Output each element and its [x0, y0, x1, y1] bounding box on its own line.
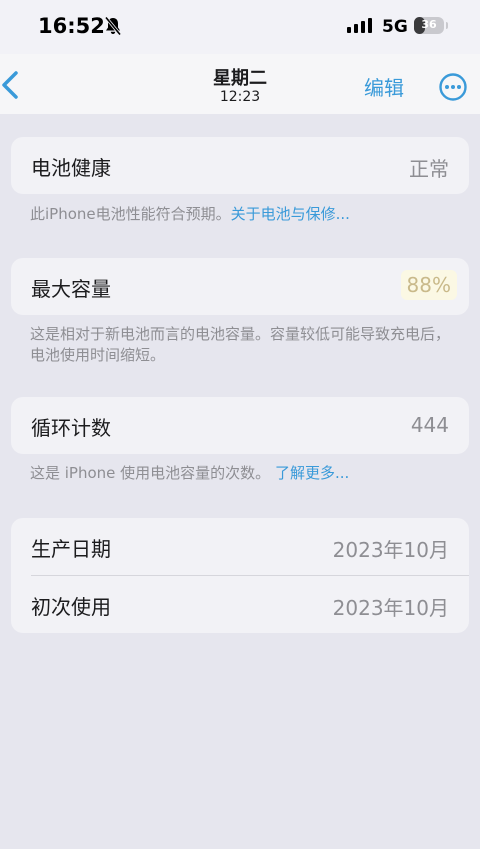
bell-slash-icon — [104, 16, 122, 40]
cycle-count-footnote-text: 这是 iPhone 使用电池容量的次数。 — [30, 464, 271, 482]
battery-health-footnote-text: 此iPhone电池性能符合预期。 — [30, 205, 231, 223]
nav-bar: 星期二 12:23 编辑 — [0, 54, 480, 114]
nav-title: 星期二 — [213, 68, 267, 89]
more-button[interactable] — [438, 72, 468, 102]
network-type: 5G — [382, 17, 408, 37]
status-bar: 16:52 5G 36 — [0, 0, 480, 54]
max-capacity-card: 最大容量 88% — [11, 258, 469, 315]
battery-health-footnote: 此iPhone电池性能符合预期。关于电池与保修... — [30, 204, 450, 225]
battery-icon: 36 — [414, 17, 448, 34]
cycle-count-footnote: 这是 iPhone 使用电池容量的次数。 了解更多... — [30, 463, 450, 484]
status-time: 16:52 — [38, 14, 105, 38]
edit-button[interactable]: 编辑 — [364, 72, 404, 101]
battery-health-row[interactable]: 电池健康 正常 — [11, 137, 469, 194]
cycle-count-row: 循环计数 444 — [11, 397, 469, 454]
learn-more-link[interactable]: 了解更多... — [275, 464, 349, 482]
first-use-row: 初次使用 2023年10月 — [11, 576, 469, 633]
battery-health-label: 电池健康 — [31, 156, 111, 180]
cycle-count-value: 444 — [410, 413, 449, 437]
battery-percent: 36 — [421, 18, 437, 31]
chevron-left-icon[interactable] — [0, 68, 22, 102]
dates-card: 生产日期 2023年10月 初次使用 2023年10月 — [11, 518, 469, 633]
nav-subtitle: 12:23 — [219, 89, 261, 105]
battery-health-card: 电池健康 正常 — [11, 137, 469, 194]
cycle-count-card: 循环计数 444 — [11, 397, 469, 454]
back-button[interactable] — [0, 68, 30, 102]
max-capacity-footnote: 这是相对于新电池而言的电池容量。容量较低可能导致充电后，电池使用时间缩短。 — [30, 325, 451, 364]
max-capacity-value: 88% — [400, 270, 457, 300]
manufacture-date-value: 2023年10月 — [332, 538, 449, 562]
manufacture-date-label: 生产日期 — [31, 537, 111, 561]
max-capacity-label: 最大容量 — [31, 277, 111, 301]
battery-health-value: 正常 — [409, 157, 449, 181]
first-use-value: 2023年10月 — [332, 596, 449, 620]
battery-warranty-link[interactable]: 关于电池与保修... — [231, 205, 350, 223]
manufacture-date-row: 生产日期 2023年10月 — [11, 518, 469, 575]
cellular-signal-icon — [347, 17, 375, 37]
ellipsis-circle-icon[interactable] — [438, 72, 468, 102]
first-use-label: 初次使用 — [31, 595, 111, 619]
cycle-count-label: 循环计数 — [31, 416, 111, 440]
battery-tip — [446, 22, 448, 29]
max-capacity-row: 最大容量 88% — [11, 258, 469, 315]
